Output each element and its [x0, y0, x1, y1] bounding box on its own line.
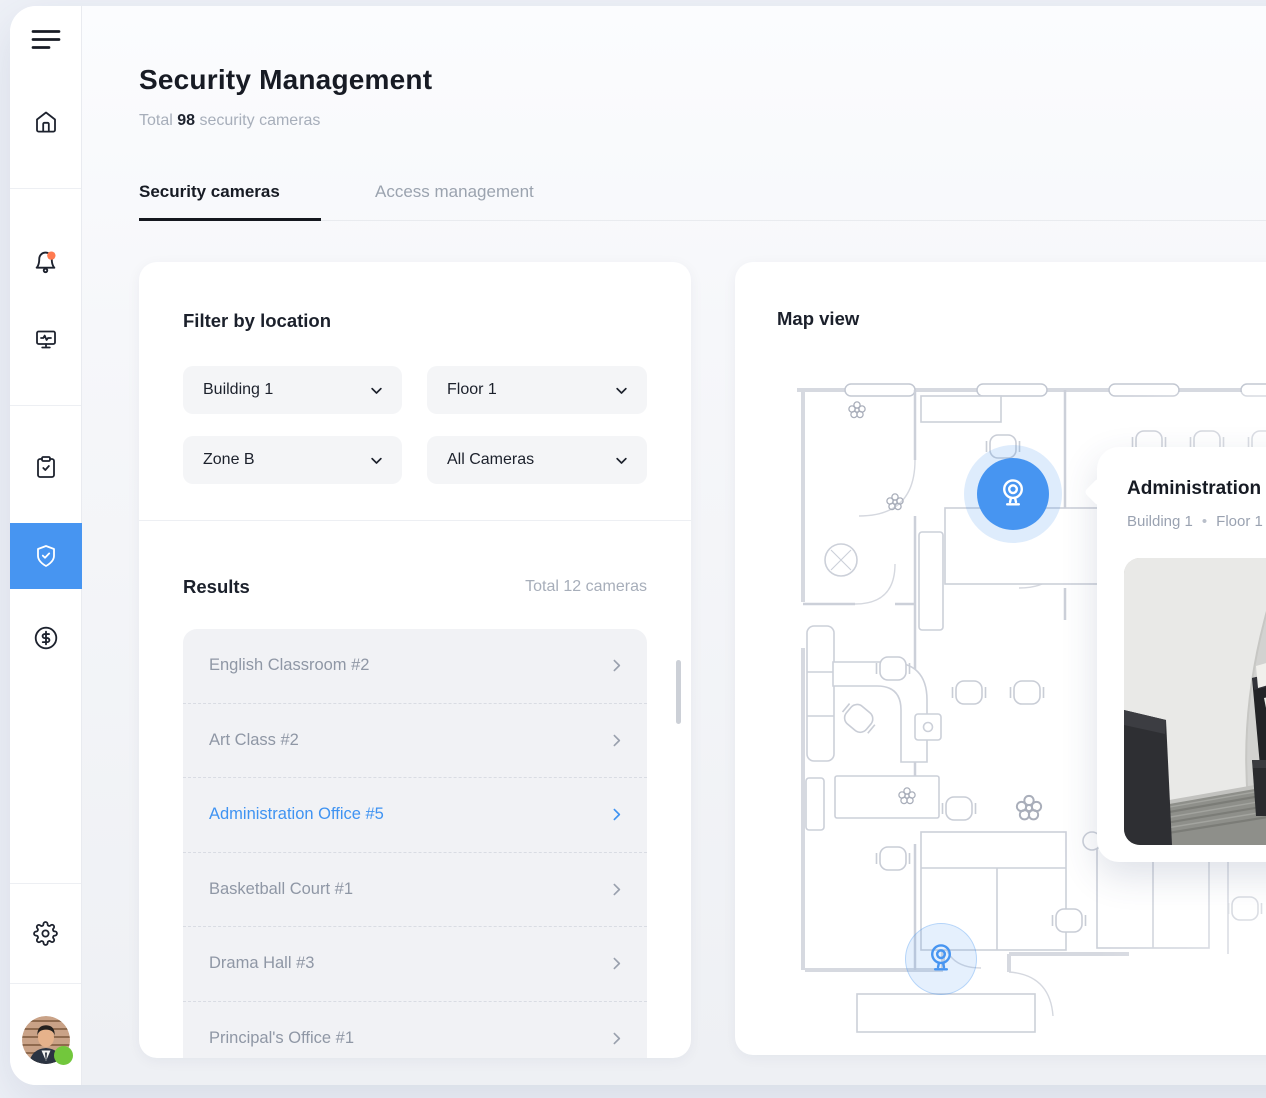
popup-separator: •	[1201, 513, 1208, 530]
camera-marker-administration-office[interactable]	[977, 458, 1049, 530]
popup-title: Administration Office #5	[1127, 478, 1266, 499]
notification-dot	[47, 250, 56, 260]
popup-building: Building 1	[1127, 513, 1193, 530]
chevron-right-icon	[613, 883, 621, 896]
list-item-label: English Classroom #2	[209, 656, 370, 675]
list-item-principals-office[interactable]: Principal's Office #1	[183, 1002, 647, 1059]
chevron-down-icon	[371, 457, 382, 464]
list-item-label: Basketball Court #1	[209, 879, 353, 898]
results-list: English Classroom #2 Art Class #2 Admini…	[183, 629, 647, 1058]
map-panel: Map view Administration Building 1 • Flo…	[735, 262, 1266, 1055]
results-title: Results	[183, 576, 250, 597]
list-item-drama-hall[interactable]: Drama Hall #3	[183, 927, 647, 1002]
chevron-down-icon	[371, 387, 382, 394]
home-icon[interactable]	[26, 102, 66, 142]
camera-marker-secondary[interactable]	[905, 923, 977, 995]
page-title: Security Management	[139, 64, 433, 95]
app-window: Security Management Total 98 security ca…	[10, 6, 1266, 1085]
sidebar-divider	[10, 188, 81, 189]
filter-title: Filter by location	[183, 310, 332, 331]
sidebar	[10, 6, 82, 1085]
chevron-down-icon	[616, 457, 627, 464]
online-status-dot	[53, 1046, 73, 1065]
list-item-administration-office[interactable]: Administration Office #5	[183, 778, 647, 853]
total-count: 98	[177, 112, 196, 129]
chevron-right-icon	[613, 1032, 621, 1045]
shield-check-icon	[37, 545, 55, 567]
tab-bar: Security cameras Access management	[139, 182, 534, 221]
camera-popup: Administration Office #5 Building 1 • Floo…	[1083, 447, 1266, 862]
building-dropdown[interactable]: Building 1	[183, 366, 402, 414]
list-item-label: Art Class #2	[209, 730, 299, 749]
zone-dropdown[interactable]: Zone B	[183, 436, 402, 484]
tab-access-management[interactable]: Access management	[375, 182, 534, 221]
chevron-right-icon	[613, 808, 621, 821]
sidebar-divider	[10, 983, 81, 984]
total-prefix: Total	[139, 112, 173, 129]
results-scrollbar[interactable]	[676, 660, 681, 724]
list-item-art-class[interactable]: Art Class #2	[183, 704, 647, 778]
webcam-icon	[1003, 479, 1023, 506]
popup-location: Building 1 • Floor 1	[1127, 513, 1263, 530]
building-dropdown-value: Building 1	[203, 381, 274, 398]
dollar-icon[interactable]	[26, 618, 66, 658]
avatar[interactable]	[21, 1016, 73, 1065]
tab-security-cameras[interactable]: Security cameras	[139, 182, 321, 221]
floor-dropdown[interactable]: Floor 1	[427, 366, 647, 414]
menu-icon[interactable]	[26, 20, 66, 60]
list-item-label: Drama Hall #3	[209, 954, 315, 973]
total-suffix: security cameras	[199, 112, 321, 129]
floor-dropdown-value: Floor 1	[447, 381, 497, 398]
results-total: Total 12 cameras	[525, 578, 647, 595]
panel-divider	[139, 520, 691, 521]
chevron-right-icon	[613, 957, 621, 970]
chevron-right-icon	[613, 659, 621, 672]
list-item-label: Principal's Office #1	[209, 1029, 354, 1048]
sidebar-item-security-active[interactable]	[10, 523, 82, 589]
sidebar-divider	[10, 405, 81, 406]
zone-dropdown-value: Zone B	[203, 451, 255, 468]
list-item-basketball-court[interactable]: Basketball Court #1	[183, 853, 647, 927]
webcam-icon	[931, 944, 951, 971]
chevron-right-icon	[613, 734, 621, 747]
bell-icon[interactable]	[26, 242, 66, 282]
main-content: Security Management Total 98 security ca…	[82, 6, 1266, 1085]
gear-icon[interactable]	[26, 913, 66, 953]
popup-floor: Floor 1	[1216, 513, 1263, 530]
cameras-dropdown[interactable]: All Cameras	[427, 436, 647, 484]
list-item-english-classroom[interactable]: English Classroom #2	[183, 629, 647, 704]
cameras-dropdown-value: All Cameras	[447, 451, 535, 468]
list-item-label: Administration Office #5	[209, 805, 384, 824]
sidebar-divider	[10, 883, 81, 884]
map-title: Map view	[777, 308, 860, 329]
monitor-activity-icon[interactable]	[26, 319, 66, 359]
clipboard-check-icon[interactable]	[26, 447, 66, 487]
filter-panel: Filter by location Building 1 Floor 1 Zo…	[139, 262, 691, 1058]
page-subtitle: Total 98 security cameras	[139, 112, 320, 130]
camera-feed-thumbnail	[1124, 558, 1266, 845]
chevron-down-icon	[616, 387, 627, 394]
